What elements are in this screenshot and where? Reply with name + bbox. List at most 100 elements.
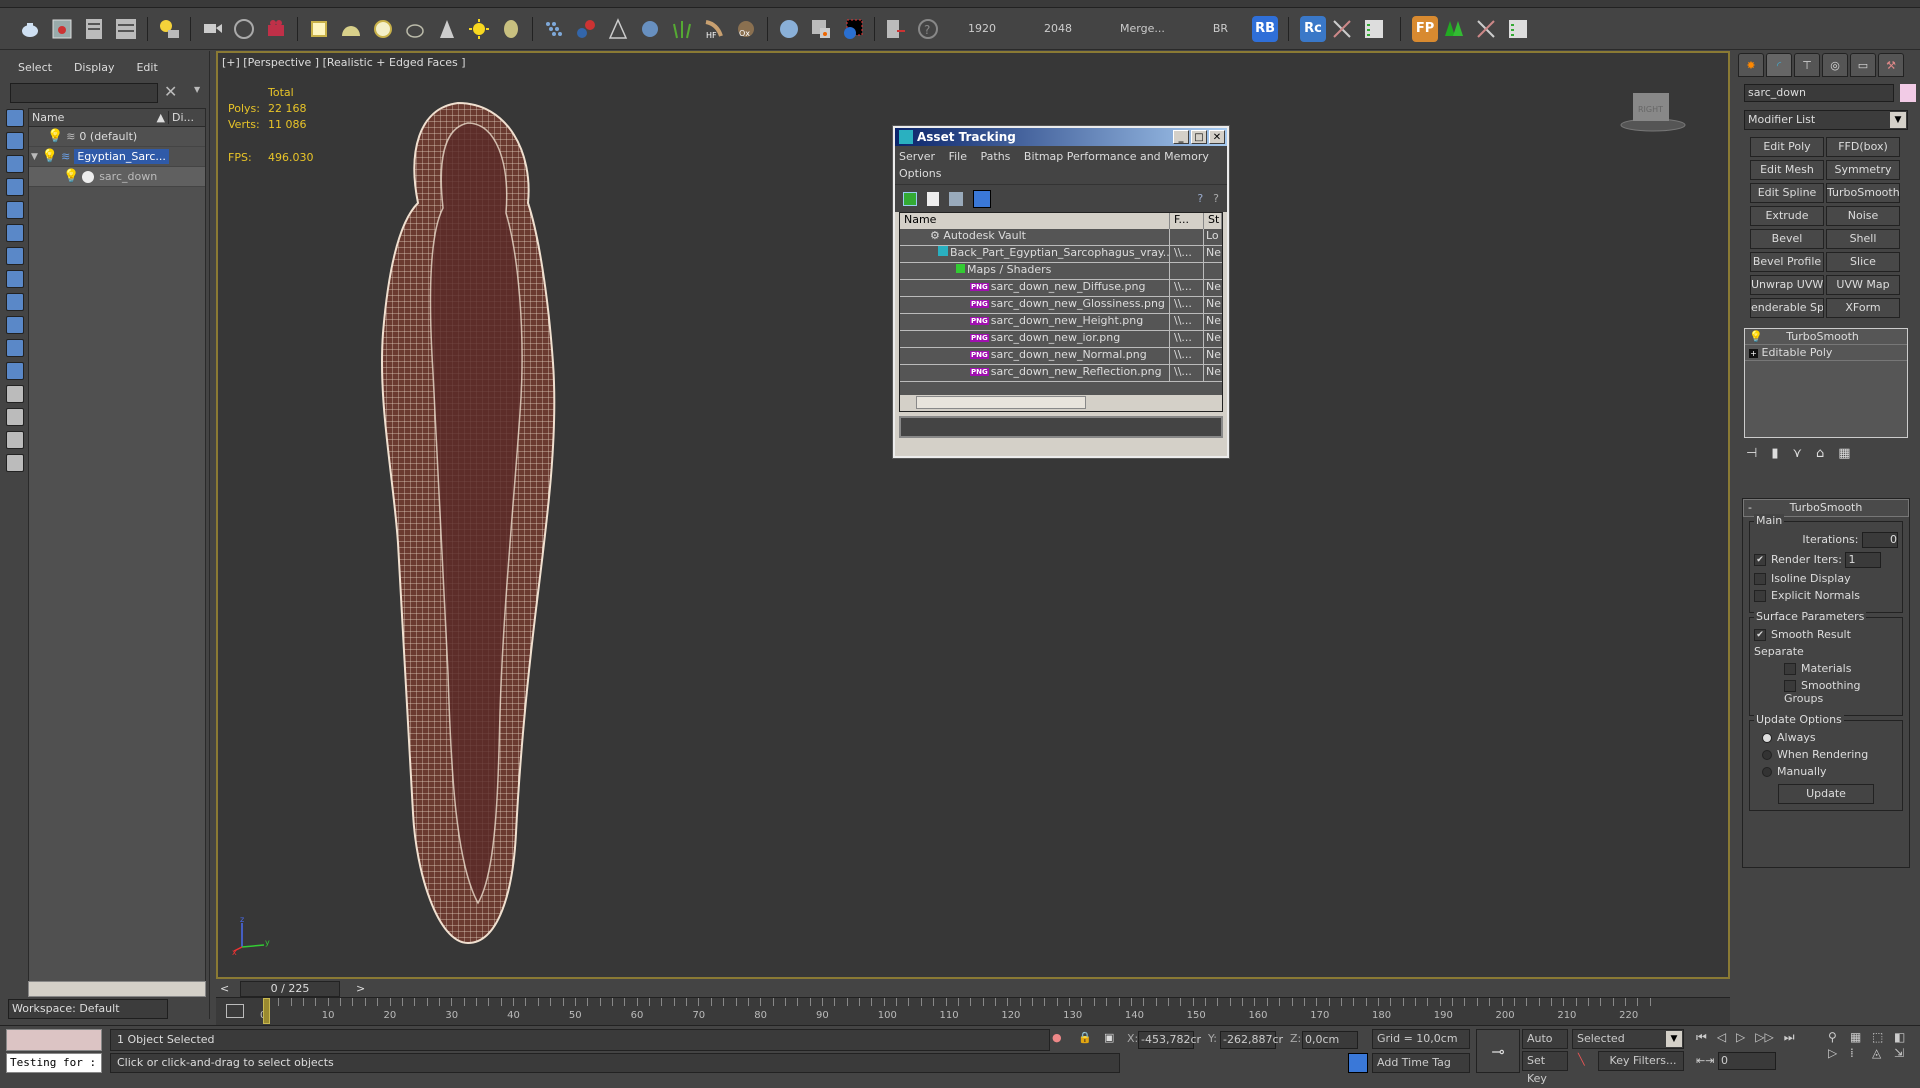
menu-paths[interactable]: Paths (981, 150, 1011, 163)
asset-row[interactable]: PNG sarc_down_new_Diffuse.png \\... Ne (900, 280, 1222, 297)
hierarchy-tab-icon[interactable]: ⊤ (1794, 53, 1820, 77)
stack-item-editable-poly[interactable]: + Editable Poly (1745, 345, 1907, 361)
auto-key-button[interactable]: Auto Key (1522, 1029, 1568, 1063)
filter-spacewarps-icon[interactable] (6, 224, 24, 242)
add-time-tag-button[interactable]: Add Time Tag (1372, 1053, 1470, 1073)
zoom-all-icon[interactable]: ▦ (1850, 1030, 1870, 1044)
x-coordinate[interactable]: -453,782cr (1138, 1031, 1201, 1049)
next-key-icon[interactable]: ▷▷ (1755, 1030, 1773, 1045)
teapot-render-icon[interactable] (16, 15, 44, 43)
gear-sphere-icon[interactable] (636, 15, 664, 43)
tree-item-layer-default[interactable]: 💡 ≋ 0 (default) (29, 127, 205, 147)
zoom-extents-all-icon[interactable]: ◧ (1894, 1030, 1914, 1044)
filter-geometry-icon[interactable] (6, 109, 24, 127)
viewport-label[interactable]: [+] [Perspective ] [Realistic + Edged Fa… (222, 56, 466, 69)
curve-editor-icon[interactable] (226, 1004, 244, 1018)
modifier-button[interactable]: Edit Poly (1750, 137, 1824, 157)
scatter-icon[interactable] (540, 15, 568, 43)
orbit-icon[interactable]: ◬ (1872, 1046, 1892, 1060)
play-icon[interactable]: ▷ (1736, 1030, 1745, 1045)
show-end-result-icon[interactable]: ▮ (1771, 446, 1778, 461)
hair-hf-icon[interactable]: HF (700, 15, 728, 43)
display-none-icon[interactable] (6, 408, 24, 426)
modifier-button[interactable]: enderable Splin (1750, 298, 1824, 318)
tools-icon[interactable] (1328, 15, 1356, 43)
column-name[interactable]: Name (32, 111, 64, 124)
create-tab-icon[interactable]: ✸ (1738, 53, 1764, 77)
walk-through-icon[interactable]: ⁞ (1850, 1046, 1870, 1060)
modifier-button[interactable]: Extrude (1750, 206, 1824, 226)
filter-helpers-icon[interactable] (6, 201, 24, 219)
utilities-tab-icon[interactable]: ⚒ (1878, 53, 1904, 77)
z-coordinate[interactable]: 0,0cm (1302, 1031, 1358, 1049)
remove-modifier-icon[interactable]: ⌂ (1816, 446, 1824, 461)
plane-light-icon[interactable] (305, 15, 333, 43)
field-2048[interactable]: 2048 (1044, 22, 1072, 35)
filter-lights-icon[interactable] (6, 155, 24, 173)
modifier-button[interactable]: Edit Spline (1750, 183, 1824, 203)
field-of-view-icon[interactable]: ▷ (1828, 1046, 1848, 1060)
modifier-button[interactable]: Unwrap UVW (1750, 275, 1824, 295)
workspace-dropdown[interactable]: Workspace: Default (8, 999, 168, 1019)
menu-select[interactable]: Select (18, 61, 52, 74)
modifier-button[interactable]: Bevel (1750, 229, 1824, 249)
sun-icon[interactable] (465, 15, 493, 43)
key-filters-button[interactable]: Key Filters... (1598, 1051, 1684, 1071)
update-button[interactable]: Update (1778, 784, 1874, 804)
smooth-result-checkbox[interactable]: ✔ (1754, 629, 1766, 641)
teapot-wire-icon[interactable] (401, 15, 429, 43)
material-editor-icon[interactable] (807, 15, 835, 43)
goto-end-icon[interactable]: ⏭ (1784, 1030, 1795, 1045)
stack-item-turbosmooth[interactable]: 💡 TurboSmooth (1745, 329, 1907, 345)
fp-button[interactable]: FP (1412, 15, 1439, 42)
merge-button[interactable]: Merge... (1120, 22, 1165, 35)
modifier-button[interactable]: FFD(box) (1826, 137, 1900, 157)
rb-button[interactable]: RB (1252, 15, 1279, 42)
viewcube[interactable]: RIGHT (1618, 85, 1688, 135)
filter-shapes-icon[interactable] (6, 132, 24, 150)
prev-key-icon[interactable]: ◁ (1717, 1030, 1726, 1045)
time-slider[interactable]: 0 / 225 (240, 981, 340, 997)
motion-tab-icon[interactable]: ◎ (1822, 53, 1848, 77)
absolute-mode-icon[interactable]: ▣ (1104, 1031, 1114, 1044)
search-options-icon[interactable]: ▼ (194, 85, 200, 94)
filter-containers-icon[interactable] (6, 316, 24, 334)
explicit-normals-checkbox[interactable] (1754, 590, 1766, 602)
render-iters-checkbox[interactable]: ✔ (1754, 554, 1766, 566)
modifier-button[interactable]: Slice (1826, 252, 1900, 272)
manually-radio[interactable] (1762, 767, 1772, 777)
molecule-icon[interactable] (572, 15, 600, 43)
set-key-mode-icon[interactable]: ⊸ (1476, 1029, 1520, 1073)
modifier-button[interactable]: Symmetry (1826, 160, 1900, 180)
field-1920[interactable]: 1920 (968, 22, 996, 35)
modifier-button[interactable]: Edit Mesh (1750, 160, 1824, 180)
goto-start-icon[interactable]: ⏮ (1696, 1030, 1707, 1045)
display-all-icon[interactable] (6, 385, 24, 403)
tree-item-layer-egyptian[interactable]: ▼ 💡 ≋ Egyptian_Sarc... (29, 147, 205, 167)
tree-view-icon[interactable] (949, 191, 963, 206)
menu-display[interactable]: Display (74, 61, 115, 74)
grass-icon[interactable] (668, 15, 696, 43)
track-bar[interactable]: 0102030405060708090100110120130140150160… (216, 997, 1730, 1025)
forest-icon[interactable] (1440, 15, 1468, 43)
vray-framebuffer-icon[interactable] (839, 15, 867, 43)
current-frame-field[interactable]: 0 (1718, 1052, 1776, 1070)
table-view-icon[interactable] (973, 189, 991, 208)
render-settings-icon[interactable] (112, 15, 140, 43)
tree-item-sarc-down[interactable]: 💡 sarc_down (29, 167, 205, 187)
bulb-toggle-icon[interactable]: 💡 (1749, 330, 1763, 343)
sarcophagus-model[interactable] (338, 73, 598, 963)
bulb-icon[interactable]: 💡 (42, 149, 58, 164)
list2-icon[interactable] (1504, 15, 1532, 43)
filter-xrefs-icon[interactable] (6, 270, 24, 288)
expand-icon[interactable]: ▼ (31, 152, 38, 162)
close-button[interactable]: ✕ (1209, 130, 1225, 144)
refresh-icon[interactable] (903, 191, 917, 206)
when-rendering-radio[interactable] (1762, 750, 1772, 760)
make-unique-icon[interactable]: ⋎ (1792, 446, 1802, 461)
help-online-icon[interactable]: ? (1197, 192, 1203, 205)
explorer-scrollbar[interactable] (28, 981, 206, 997)
modify-tab-icon[interactable]: ◜ (1766, 53, 1792, 77)
fur-ox-icon[interactable]: Ox (732, 15, 760, 43)
asset-row[interactable]: PNG sarc_down_new_Height.png \\... Ne (900, 314, 1222, 331)
